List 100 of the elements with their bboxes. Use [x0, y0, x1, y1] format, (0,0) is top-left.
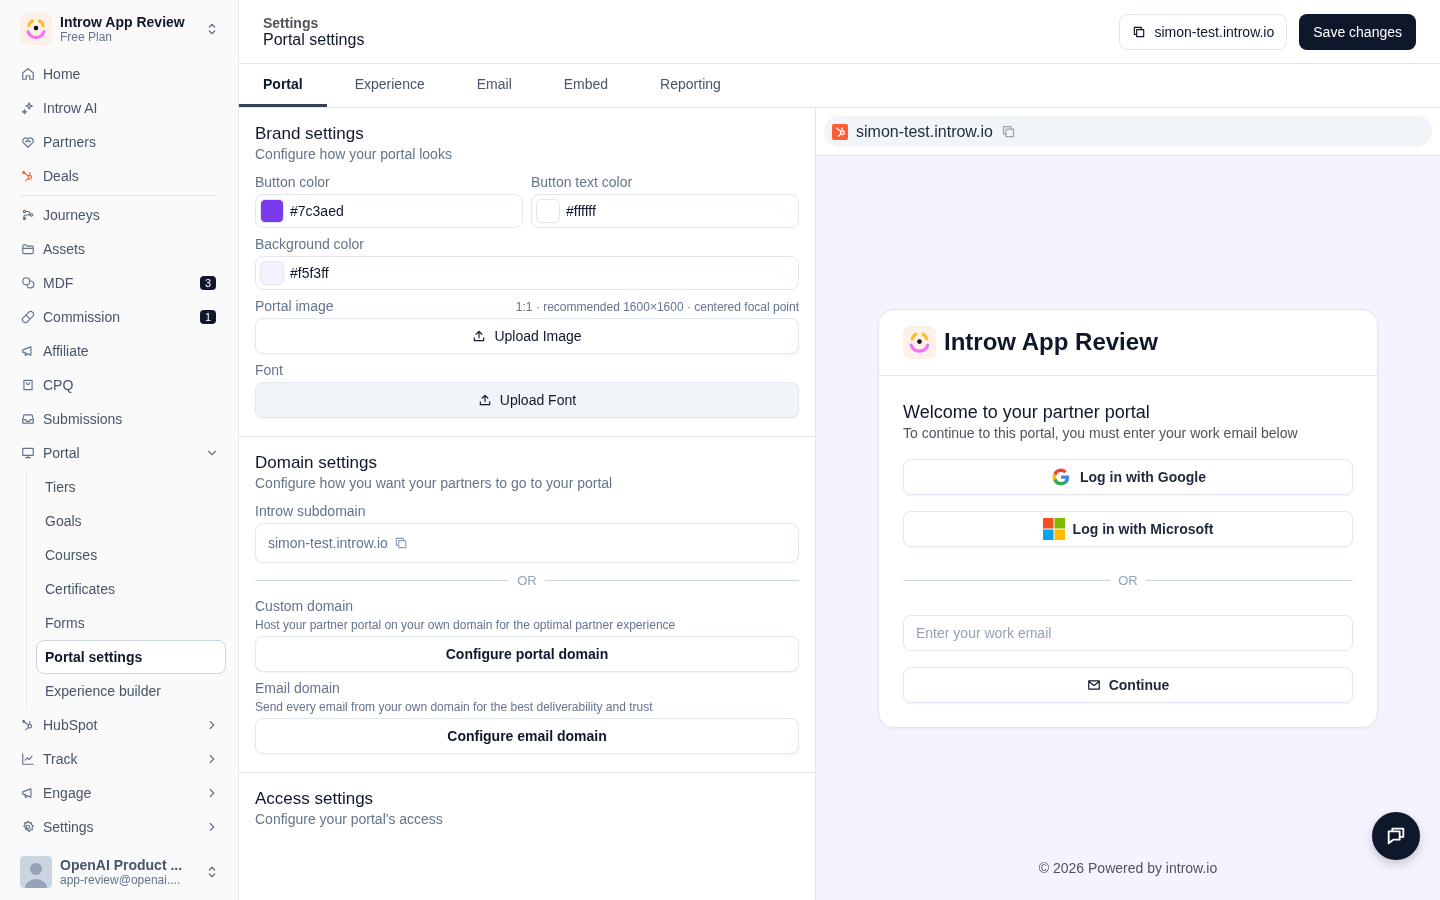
sidebar-item[interactable]: Home — [20, 57, 226, 92]
hubspot-icon — [21, 718, 35, 733]
heart-icon — [21, 135, 35, 150]
upload-button[interactable]: Upload Image — [255, 318, 799, 354]
folder-icon — [21, 242, 35, 257]
sidebar-item[interactable]: Assets — [20, 232, 226, 267]
field-description: Host your partner portal on your own domain for the optimal partner experience — [255, 618, 677, 632]
card-subtitle: To continue to this portal, you must enter your work email below — [903, 424, 1299, 441]
copy-icon — [1000, 124, 1016, 139]
microsoft-login-button[interactable]: Log in with Microsoft — [903, 510, 1353, 547]
inbox-icon — [21, 412, 35, 427]
save-button[interactable]: Save changes — [1299, 13, 1416, 50]
sidebar-subitem[interactable]: Goals — [36, 504, 226, 539]
page-title: Portal settings — [263, 30, 365, 49]
breadcrumb: Settings — [263, 14, 320, 31]
sidebar-subitem[interactable]: Experience builder — [36, 674, 226, 709]
sidebar-item[interactable]: Introw AI — [20, 91, 226, 126]
color-field[interactable]: #f5f3ff — [255, 256, 799, 290]
settings-icon — [21, 820, 35, 835]
chat-button[interactable] — [1372, 812, 1420, 860]
sidebar-item[interactable]: Commission 1 — [20, 300, 226, 335]
field-label: Font — [255, 362, 284, 378]
copy-icon — [1132, 24, 1147, 39]
home-icon — [21, 67, 35, 82]
separator-label: OR — [517, 573, 537, 588]
sidebar-item[interactable]: Partners — [20, 125, 226, 160]
section-subtitle: Configure how you want your partners to go to your portal — [255, 475, 614, 491]
section-title: Domain settings — [255, 453, 378, 473]
sidebar-item[interactable]: Engage — [20, 776, 226, 811]
upload-icon — [472, 329, 487, 343]
upload-button[interactable]: Upload Font — [255, 382, 799, 418]
tab[interactable]: Embed — [539, 64, 633, 107]
avatar-placeholder — [20, 856, 52, 889]
megaphone-icon — [21, 344, 35, 359]
field-description: Send every email from your own domain for the best deliverability and trust — [255, 700, 654, 714]
hubspot-icon — [832, 123, 848, 140]
google-login-button[interactable]: Log in with Google — [903, 458, 1353, 495]
count-badge: 1 — [199, 310, 216, 325]
tab[interactable]: Reporting — [636, 64, 745, 107]
chat-icon — [1385, 825, 1407, 847]
microsoft-icon — [1042, 517, 1065, 540]
section-subtitle: Configure how your portal looks — [255, 146, 453, 162]
sidebar-subitem[interactable]: Courses — [36, 538, 226, 573]
sidebar-item[interactable]: Deals — [20, 159, 226, 194]
field-label: Button text color — [531, 174, 634, 190]
sidebar-item[interactable]: CPQ — [20, 368, 226, 403]
sidebar-item[interactable]: Portal — [20, 436, 226, 471]
hubspot-icon — [21, 169, 35, 184]
card-title: Welcome to your partner portal — [903, 401, 1151, 423]
sidebar-subitem[interactable]: Certificates — [36, 572, 226, 607]
copy-icon — [393, 536, 408, 550]
brand-name: Introw App Review — [944, 328, 1158, 356]
monitor-icon — [21, 446, 35, 461]
section-title: Access settings — [255, 789, 375, 809]
user-menu[interactable]: OpenAI Product ... app-review@openai.... — [20, 844, 226, 900]
color-field[interactable]: #ffffff — [531, 194, 799, 228]
footer-text: © 2026 Powered by introw.io — [1038, 860, 1218, 878]
section-title: Brand settings — [255, 124, 365, 144]
field-label: Email domain — [255, 680, 341, 696]
sidebar-item[interactable]: MDF 3 — [20, 266, 226, 301]
sidebar-subitem[interactable]: Portal settings — [36, 640, 226, 675]
upload-icon — [477, 393, 492, 407]
configure-button[interactable]: Configure portal domain — [255, 636, 799, 672]
logo-icon — [20, 12, 52, 45]
field-label: Custom domain — [255, 598, 355, 614]
section-subtitle: Configure your portal's access — [255, 811, 444, 827]
coins-icon — [21, 276, 35, 291]
field-hint: 1:1 · recommended 1600×1600 · centered focal point — [515, 300, 799, 314]
workspace-switcher[interactable]: Introw App Review Free Plan — [20, 0, 226, 58]
sidebar-item[interactable]: Submissions — [20, 402, 226, 437]
email-field[interactable]: Enter your work email — [903, 614, 1353, 651]
chart-icon — [21, 752, 35, 767]
sidebar-subitem[interactable]: Tiers — [36, 470, 226, 505]
logo-icon — [903, 325, 936, 359]
color-field[interactable]: #7c3aed — [255, 194, 523, 228]
subdomain-field[interactable]: simon-test.introw.io — [255, 523, 799, 563]
separator-label: OR — [1118, 573, 1138, 588]
sidebar-subitem[interactable]: Forms — [36, 606, 226, 641]
tab[interactable]: Experience — [330, 64, 449, 107]
field-label: Introw subdomain — [255, 503, 367, 519]
sidebar-item[interactable]: Journeys — [20, 198, 226, 233]
copy-domain-button[interactable]: simon-test.introw.io — [1119, 13, 1288, 50]
pill-icon — [21, 310, 35, 325]
sidebar-item[interactable]: Track — [20, 742, 226, 777]
tab[interactable]: Portal — [239, 64, 327, 107]
field-label: Background color — [255, 236, 365, 252]
sparkle-icon — [21, 101, 35, 116]
configure-button[interactable]: Configure email domain — [255, 718, 799, 754]
sidebar-item[interactable]: Affiliate — [20, 334, 226, 369]
sidebar-item[interactable]: Settings — [20, 810, 226, 845]
url-bar: simon-test.introw.io — [824, 116, 1432, 147]
field-label: Portal image — [255, 298, 334, 314]
mail-icon — [1086, 677, 1101, 692]
continue-button[interactable]: Continue — [903, 666, 1353, 703]
bag-icon — [21, 378, 35, 393]
sidebar-item[interactable]: HubSpot — [20, 708, 226, 743]
megaphone-icon — [21, 786, 35, 801]
route-icon — [21, 208, 35, 223]
field-label: Button color — [255, 174, 331, 190]
tab[interactable]: Email — [452, 64, 536, 107]
